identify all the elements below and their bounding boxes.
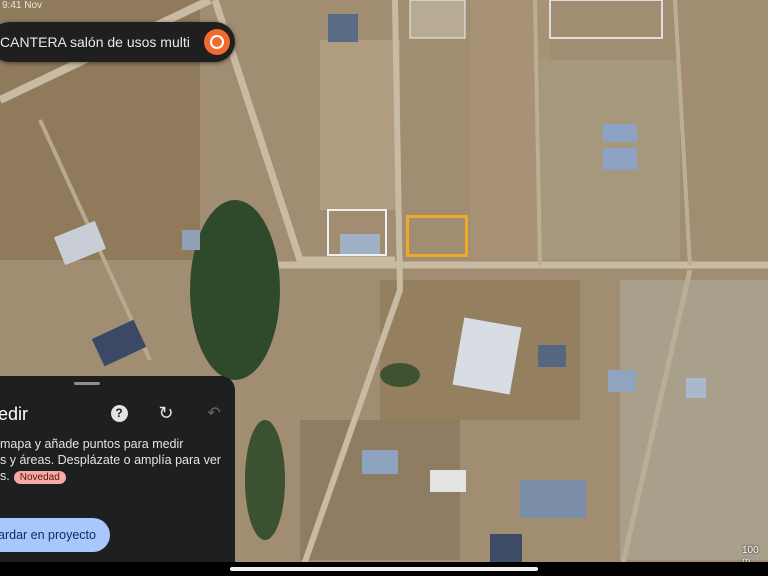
search-text[interactable]: CANTERA salón de usos multipl [0,34,190,50]
redo-icon[interactable]: ↻ [155,402,177,424]
measure-sheet: edir ? ↻ ↶ mapa y añade puntos para medi… [0,376,235,576]
save-to-project-button[interactable]: ardar en proyecto [0,518,110,552]
status-bar: 9:41 Nov [2,0,43,11]
new-badge: Novedad [13,471,66,484]
home-indicator[interactable] [230,567,538,571]
description-line: s. [0,469,10,483]
search-bar[interactable]: CANTERA salón de usos multipl [0,22,235,62]
drag-handle[interactable] [74,382,100,385]
sheet-title: edir [0,404,29,424]
location-pin-icon[interactable] [204,29,230,55]
description-line: mapa y añade puntos para medir [0,437,184,451]
description-line: s y áreas. Desplázate o amplía para ver [0,453,221,467]
undo-icon[interactable]: ↶ [203,402,225,424]
selected-area-outline[interactable] [406,215,468,257]
help-icon[interactable]: ? [108,402,130,424]
measure-description: mapa y añade puntos para medir s y áreas… [0,436,230,484]
